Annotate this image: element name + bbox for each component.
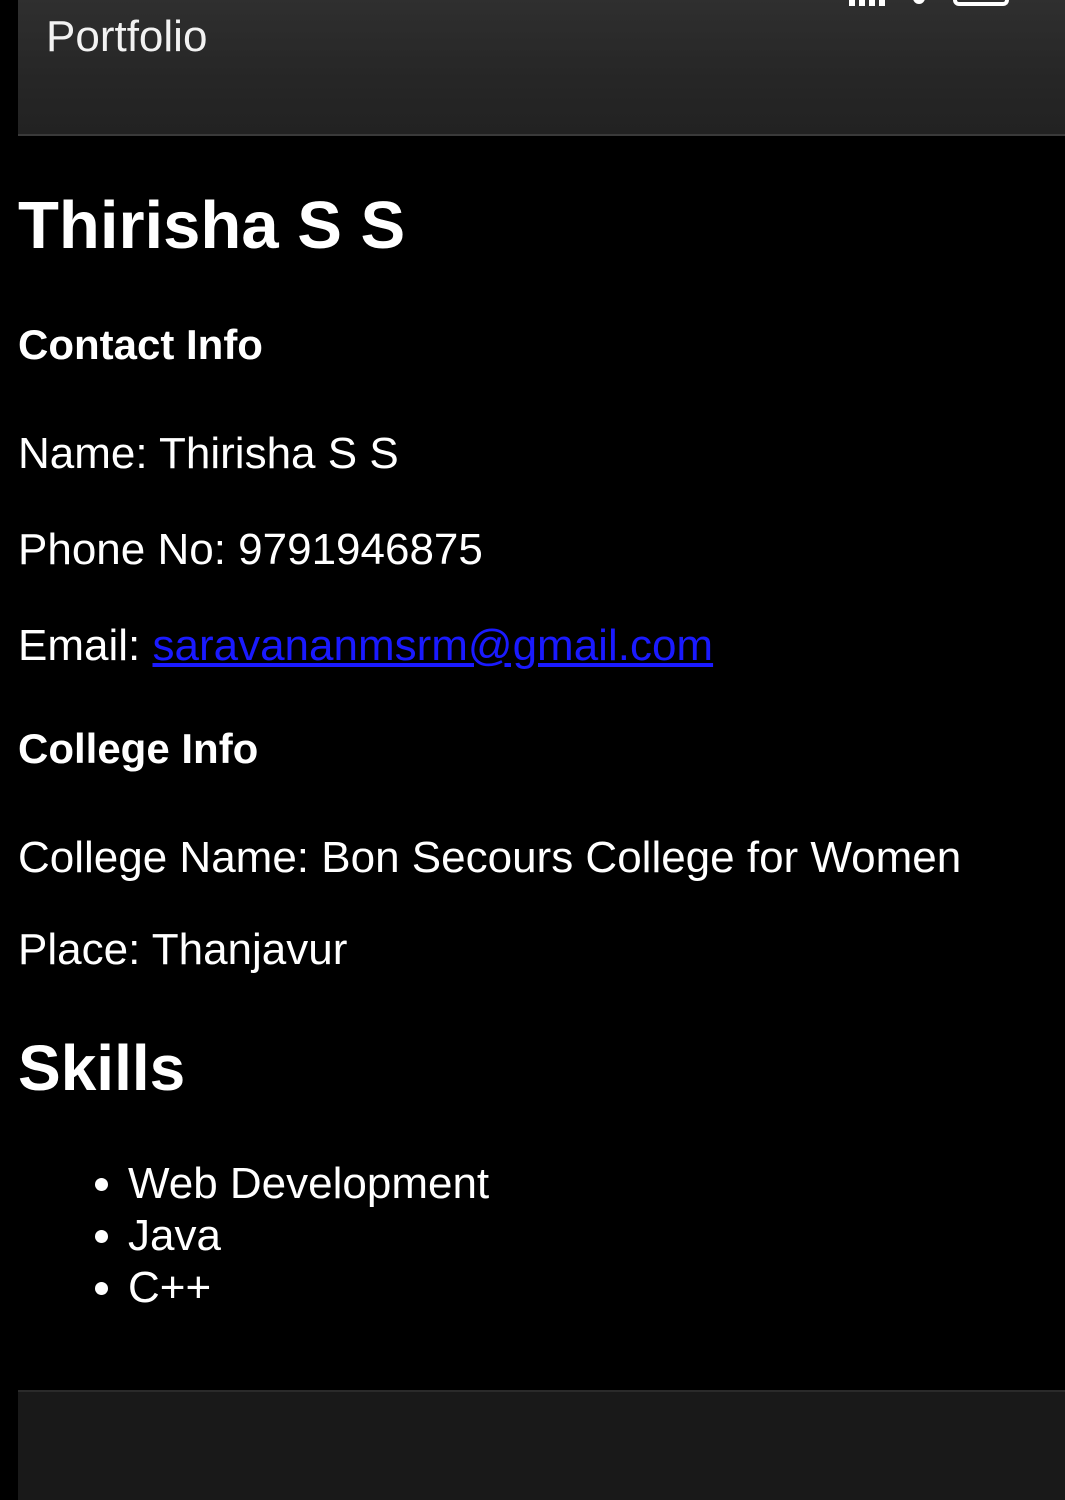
skill-item-java: Java bbox=[128, 1210, 1048, 1262]
skill-item-web-development: Web Development bbox=[128, 1158, 1048, 1210]
skill-item-cpp: C++ bbox=[128, 1262, 1048, 1314]
college-info-heading: College Info bbox=[18, 725, 259, 772]
status-icons bbox=[849, 0, 1009, 6]
college-name: College Name: Bon Secours College for Wo… bbox=[18, 832, 1048, 884]
battery-icon bbox=[953, 0, 1009, 6]
page-content: Thirisha S S Contact Info Name: Thirisha… bbox=[18, 186, 1048, 1314]
contact-email: Email: saravananmsrm@gmail.com bbox=[18, 620, 1048, 672]
skills-heading: Skills bbox=[18, 1032, 186, 1104]
signal-icon bbox=[849, 0, 885, 6]
college-place: Place: Thanjavur bbox=[18, 924, 1048, 976]
app-title: Portfolio bbox=[46, 12, 208, 61]
college-place-label: Place: bbox=[18, 925, 152, 974]
bottom-bar bbox=[18, 1390, 1065, 1500]
contact-phone-value: 9791946875 bbox=[238, 525, 483, 574]
contact-phone: Phone No: 9791946875 bbox=[18, 524, 1048, 576]
app-bar: Portfolio bbox=[18, 0, 1065, 136]
email-link[interactable]: saravananmsrm@gmail.com bbox=[152, 621, 713, 670]
college-place-value: Thanjavur bbox=[151, 925, 348, 974]
skills-list: Web Development Java C++ bbox=[18, 1158, 1048, 1314]
wifi-icon bbox=[913, 0, 925, 4]
contact-info-heading: Contact Info bbox=[18, 321, 263, 368]
contact-name: Name: Thirisha S S bbox=[18, 428, 1048, 480]
contact-name-label: Name: bbox=[18, 429, 160, 478]
contact-email-label: Email: bbox=[18, 621, 153, 670]
contact-phone-label: Phone No: bbox=[18, 525, 239, 574]
college-name-value: Bon Secours College for Women bbox=[321, 833, 962, 882]
college-name-label: College Name: bbox=[18, 833, 322, 882]
contact-name-value: Thirisha S S bbox=[159, 429, 399, 478]
profile-name-heading: Thirisha S S bbox=[18, 188, 406, 263]
